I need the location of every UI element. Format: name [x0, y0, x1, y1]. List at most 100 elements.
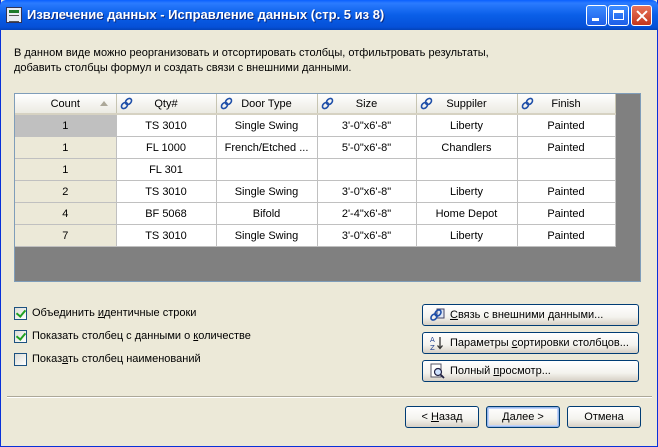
column-header-label: Count: [50, 97, 80, 110]
cell-count[interactable]: 1: [15, 158, 117, 181]
cell-supplier[interactable]: Liberty: [416, 224, 518, 247]
title-bar[interactable]: Извлечение данных - Исправление данных (…: [0, 0, 658, 30]
cell-finish[interactable]: Painted: [517, 114, 616, 137]
cell-count[interactable]: 7: [15, 224, 117, 247]
cell-finish[interactable]: [517, 158, 616, 181]
back-label: < Назад: [421, 411, 463, 423]
table-row[interactable]: 2 TS 3010 Single Swing 3'-0"x6'-8" Liber…: [15, 180, 616, 203]
cell-door-type[interactable]: Bifold: [216, 202, 318, 225]
full-preview-label: Полный просмотр...: [450, 365, 551, 377]
sort-columns-label: Параметры сортировки столбцов...: [450, 337, 629, 349]
cell-size[interactable]: [317, 158, 417, 181]
link-external-label: Связь с внешними данными...: [450, 309, 604, 321]
link-external-icon: [430, 308, 445, 321]
sort-columns-button[interactable]: AZ Параметры сортировки столбцов...: [422, 332, 639, 354]
column-header-size[interactable]: Size: [317, 94, 417, 115]
combine-rows-checkbox[interactable]: [14, 306, 27, 320]
cell-size[interactable]: 2'-4"x6'-8": [317, 202, 417, 225]
table-row[interactable]: 4 BF 5068 Bifold 2'-4"x6'-8" Home Depot …: [15, 202, 616, 225]
column-header-supplier[interactable]: Suppiler: [416, 94, 518, 115]
window-title: Извлечение данных - Исправление данных (…: [27, 7, 385, 22]
show-name-checkbox[interactable]: [14, 352, 27, 366]
svg-text:A: A: [430, 336, 435, 344]
show-count-checkbox[interactable]: [14, 329, 27, 343]
cell-finish[interactable]: Painted: [517, 136, 616, 159]
column-header-finish[interactable]: Finish: [517, 94, 616, 115]
cell-supplier[interactable]: Home Depot: [416, 202, 518, 225]
close-button[interactable]: [631, 5, 652, 26]
cell-door-type[interactable]: Single Swing: [216, 180, 318, 203]
cell-qty[interactable]: TS 3010: [116, 224, 217, 247]
combine-rows-label: Объединить идентичные строки: [32, 307, 197, 319]
extraction-dialog: Извлечение данных - Исправление данных (…: [0, 0, 658, 447]
column-header-label: Size: [355, 97, 378, 110]
table-row[interactable]: 1 FL 1000 French/Etched ... 5'-0"x6'-8" …: [15, 136, 616, 159]
preview-icon: [430, 363, 445, 379]
cell-size[interactable]: 3'-0"x6'-8": [317, 114, 417, 137]
separator: [7, 396, 652, 398]
cell-finish[interactable]: Painted: [517, 180, 616, 203]
cell-qty[interactable]: BF 5068: [116, 202, 217, 225]
cancel-button[interactable]: Отмена: [567, 406, 641, 428]
page-description: В данном виде можно реорганизовать и отс…: [14, 46, 634, 76]
column-header-label: Suppiler: [446, 97, 487, 110]
back-button[interactable]: < Назад: [405, 406, 479, 428]
show-name-option[interactable]: Показать столбец наименований: [14, 351, 201, 367]
maximize-button[interactable]: [608, 5, 629, 26]
description-line-1: В данном виде можно реорганизовать и отс…: [14, 47, 489, 59]
sort-az-icon: AZ: [430, 336, 443, 351]
cell-door-type[interactable]: Single Swing: [216, 114, 318, 137]
link-icon: [420, 97, 432, 110]
full-preview-button[interactable]: Полный просмотр...: [422, 360, 639, 382]
show-count-option[interactable]: Показать столбец с данными о количестве: [14, 328, 251, 344]
show-name-label: Показать столбец наименований: [32, 353, 201, 365]
cell-size[interactable]: 5'-0"x6'-8": [317, 136, 417, 159]
cell-qty[interactable]: TS 3010: [116, 114, 217, 137]
table-row[interactable]: 7 TS 3010 Single Swing 3'-0"x6'-8" Liber…: [15, 224, 616, 247]
cell-count[interactable]: 2: [15, 180, 117, 203]
svg-text:Z: Z: [430, 344, 435, 351]
cell-supplier[interactable]: [416, 158, 518, 181]
next-button[interactable]: Далее >: [486, 406, 560, 428]
cell-qty[interactable]: TS 3010: [116, 180, 217, 203]
combine-rows-option[interactable]: Объединить идентичные строки: [14, 305, 196, 321]
cell-qty[interactable]: FL 1000: [116, 136, 217, 159]
link-icon: [120, 97, 132, 110]
cell-door-type[interactable]: Single Swing: [216, 224, 318, 247]
cell-qty[interactable]: FL 301: [116, 158, 217, 181]
cell-supplier[interactable]: Liberty: [416, 114, 518, 137]
cell-count[interactable]: 1: [15, 136, 117, 159]
show-count-label: Показать столбец с данными о количестве: [32, 330, 251, 342]
app-icon: [6, 7, 22, 23]
link-icon: [220, 97, 232, 110]
link-icon: [521, 97, 533, 110]
column-header-label: Door Type: [241, 97, 292, 110]
sort-ascending-icon: [99, 101, 108, 106]
data-table: Count Qty# Door Type Size Suppiler Finis…: [15, 94, 616, 247]
data-grid[interactable]: Count Qty# Door Type Size Suppiler Finis…: [14, 93, 641, 282]
cell-size[interactable]: 3'-0"x6'-8": [317, 180, 417, 203]
cell-finish[interactable]: Painted: [517, 224, 616, 247]
cell-count[interactable]: 4: [15, 202, 117, 225]
table-row[interactable]: 1 FL 301: [15, 158, 616, 181]
cell-supplier[interactable]: Chandlers: [416, 136, 518, 159]
link-icon: [321, 97, 333, 110]
column-header-qty[interactable]: Qty#: [116, 94, 217, 115]
cell-finish[interactable]: Painted: [517, 202, 616, 225]
link-external-data-button[interactable]: Связь с внешними данными...: [422, 304, 639, 326]
column-header-count[interactable]: Count: [15, 94, 117, 115]
cell-count[interactable]: 1: [15, 114, 117, 137]
cell-supplier[interactable]: Liberty: [416, 180, 518, 203]
column-header-label: Qty#: [154, 97, 178, 110]
cell-size[interactable]: 3'-0"x6'-8": [317, 224, 417, 247]
column-header-label: Finish: [551, 97, 581, 110]
cell-door-type[interactable]: [216, 158, 318, 181]
header-row: Count Qty# Door Type Size Suppiler Finis…: [15, 94, 616, 115]
description-line-2: добавить столбцы формул и создать связи …: [14, 62, 352, 74]
next-label: Далее >: [502, 411, 544, 423]
column-header-door-type[interactable]: Door Type: [216, 94, 318, 115]
table-row[interactable]: 1 TS 3010 Single Swing 3'-0"x6'-8" Liber…: [15, 114, 616, 137]
cancel-label: Отмена: [584, 411, 624, 423]
cell-door-type[interactable]: French/Etched ...: [216, 136, 318, 159]
minimize-button[interactable]: [586, 5, 607, 26]
